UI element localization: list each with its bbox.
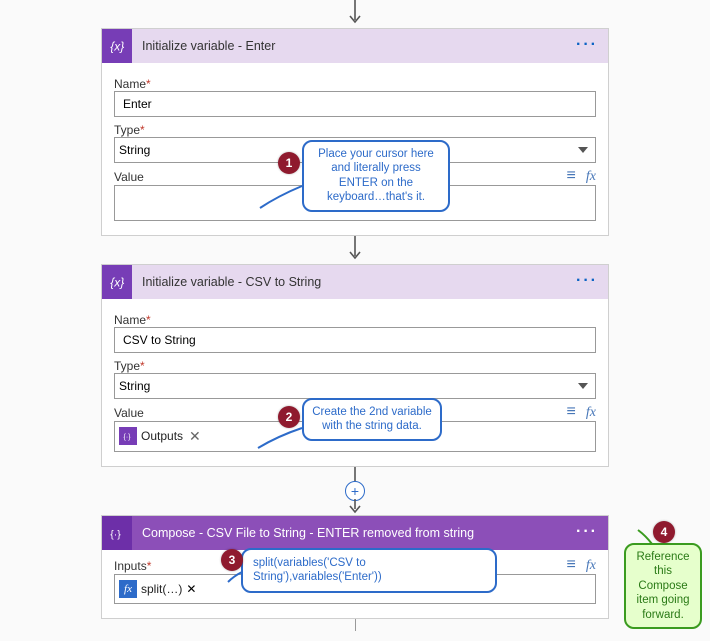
expression-icon[interactable]: fx [586,405,596,421]
svg-text:{x}: {x} [110,40,124,54]
callout-tail-icon [256,424,304,450]
value-label: Value [114,170,144,184]
name-input[interactable] [114,91,596,117]
card-title: Initialize variable - CSV to String [132,275,321,289]
annotation-badge-4: 4 [653,521,675,543]
name-label: Name* [114,313,596,327]
svg-text:{·}: {·} [124,434,132,441]
arrow-down-icon [345,499,365,515]
card-title: Initialize variable - Enter [132,39,275,53]
type-label: Type* [114,123,596,137]
dynamic-content-icon[interactable]: ≡ [567,558,576,574]
card-title: Compose - CSV File to String - ENTER rem… [132,526,474,540]
annotation-badge-1: 1 [278,152,300,174]
type-label: Type* [114,359,596,373]
card-menu-button[interactable]: ··· [576,272,598,290]
card-header[interactable]: {·} Compose - CSV File to String - ENTER… [102,516,608,550]
flow-column: {x} Initialize variable - Enter ··· Name… [0,0,710,641]
expression-icon[interactable]: fx [586,169,596,185]
card-body: Name* Type* Value ≡ fx {·} Outputs ✕ [102,299,608,466]
arrow-down-icon [345,236,365,264]
variable-icon: {x} [102,29,132,63]
inputs-label: Inputs* [114,559,151,573]
callout-3: split(variables('CSV to String'),variabl… [241,548,497,593]
token-remove-button[interactable]: ✕ [186,582,196,596]
expression-icon[interactable]: fx [586,558,596,574]
token-label: Outputs [141,429,183,443]
token-icon: {·} [119,427,137,445]
dynamic-content-icon[interactable]: ≡ [567,169,576,185]
type-select[interactable] [114,373,596,399]
value-label: Value [114,406,144,420]
token-outputs[interactable]: {·} Outputs ✕ [119,426,203,446]
callout-4: Reference this Compose item going forwar… [624,543,702,629]
arrow-down-icon [355,619,356,631]
fx-icon: fx [119,580,137,598]
svg-text:{·}: {·} [110,529,121,541]
card-header[interactable]: {x} Initialize variable - Enter ··· [102,29,608,63]
svg-text:{x}: {x} [110,276,124,290]
token-label: split(…) [141,582,182,596]
compose-icon: {·} [102,516,132,550]
token-remove-button[interactable]: ✕ [187,428,203,445]
card-menu-button[interactable]: ··· [576,36,598,54]
arrow-down-icon [345,0,365,28]
variable-icon: {x} [102,265,132,299]
name-label: Name* [114,77,596,91]
dynamic-content-icon[interactable]: ≡ [567,405,576,421]
callout-1: Place your cursor here and literally pre… [302,140,450,212]
token-split[interactable]: fx split(…) ✕ [119,579,196,599]
name-input[interactable] [114,327,596,353]
callout-tail-icon [258,180,304,210]
annotation-badge-3: 3 [221,549,243,571]
add-step-button[interactable]: + [345,481,365,501]
callout-2: Create the 2nd variable with the string … [302,398,442,441]
card-menu-button[interactable]: ··· [576,523,598,541]
annotation-badge-2: 2 [278,406,300,428]
card-header[interactable]: {x} Initialize variable - CSV to String … [102,265,608,299]
